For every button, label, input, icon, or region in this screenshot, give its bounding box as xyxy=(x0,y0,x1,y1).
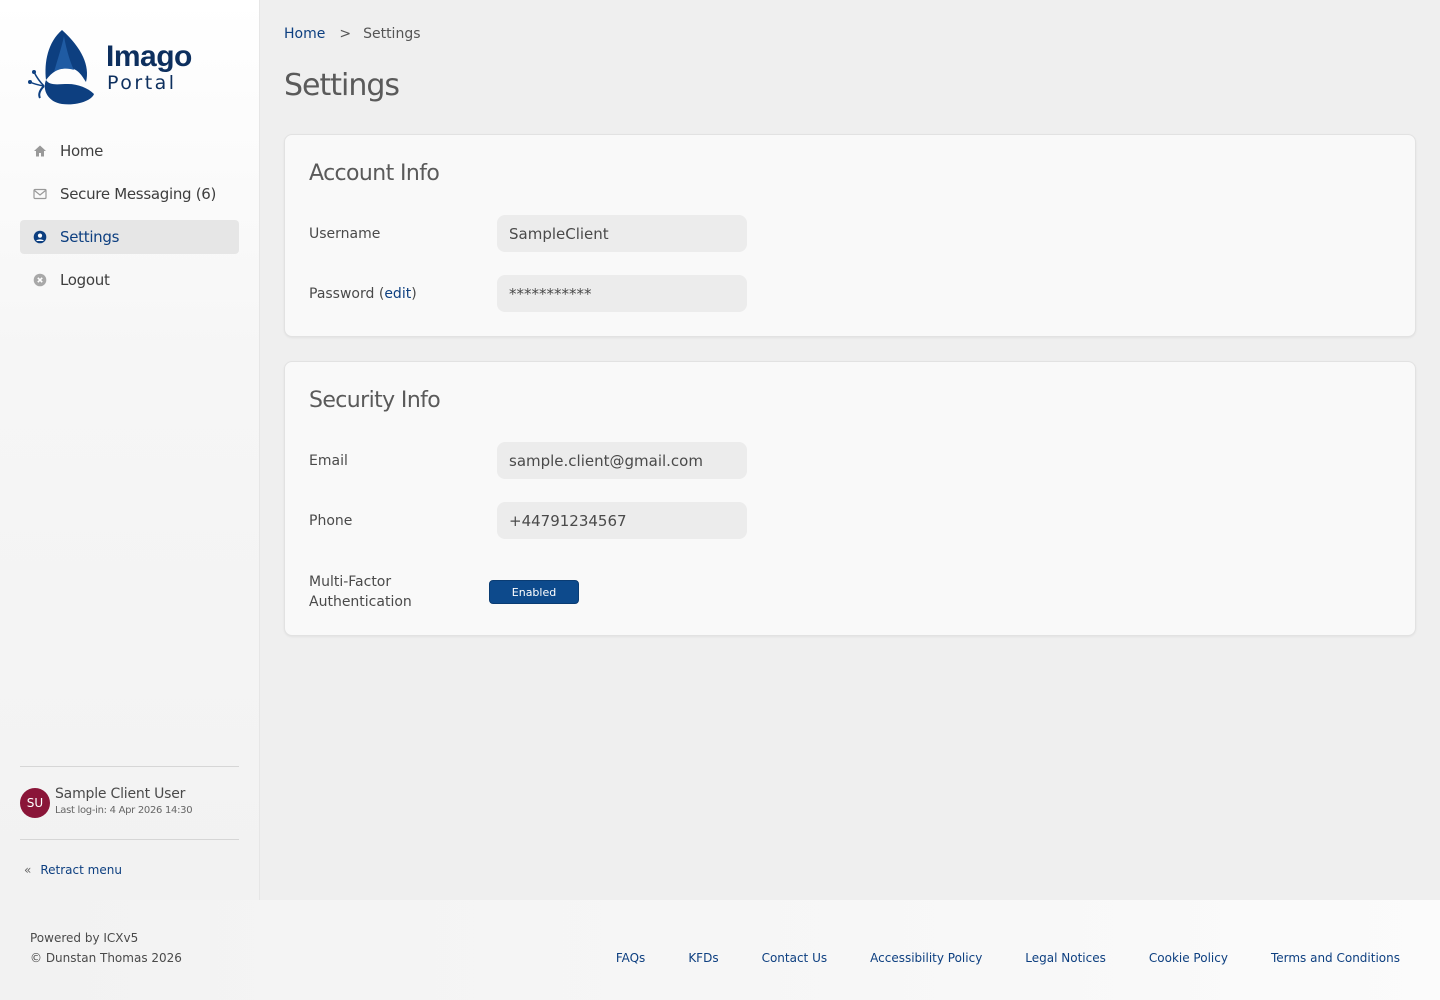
footer-link-contact-us[interactable]: Contact Us xyxy=(762,951,828,965)
close-circle-icon xyxy=(33,273,47,287)
sidebar: Imago Portal Home Secure Messaging (6) S… xyxy=(0,0,260,900)
butterfly-logo-icon xyxy=(28,30,94,105)
sidebar-item-logout[interactable]: Logout xyxy=(20,263,239,297)
mfa-status-badge[interactable]: Enabled xyxy=(489,580,579,604)
sidebar-item-secure-messaging[interactable]: Secure Messaging (6) xyxy=(20,177,239,211)
envelope-icon xyxy=(33,187,47,201)
copyright: © Dunstan Thomas 2026 xyxy=(30,951,182,965)
footer-link-terms[interactable]: Terms and Conditions xyxy=(1271,951,1400,965)
sidebar-nav: Home Secure Messaging (6) Settings Logou… xyxy=(20,134,239,306)
footer: Powered by ICXv5 © Dunstan Thomas 2026 F… xyxy=(0,900,1440,1000)
user-circle-icon xyxy=(33,230,47,244)
footer-link-legal-notices[interactable]: Legal Notices xyxy=(1025,951,1106,965)
mfa-label: Multi-Factor Authentication xyxy=(309,574,412,610)
phone-label: Phone xyxy=(309,513,353,529)
phone-field[interactable] xyxy=(497,502,747,539)
sidebar-item-label: Home xyxy=(60,142,104,160)
breadcrumb: Home > Settings xyxy=(284,26,421,42)
card-title: Security Info xyxy=(309,388,441,413)
security-info-card: Security Info Email Phone Multi-Factor A… xyxy=(284,361,1416,636)
sidebar-item-label: Secure Messaging (6) xyxy=(60,185,217,203)
page-title: Settings xyxy=(284,68,400,103)
avatar[interactable]: SU xyxy=(20,788,50,818)
email-field[interactable] xyxy=(497,442,747,479)
card-title: Account Info xyxy=(309,161,440,186)
sidebar-item-home[interactable]: Home xyxy=(20,134,239,168)
last-login: Last log-in: 4 Apr 2026 14:30 xyxy=(55,805,193,816)
username-label: Username xyxy=(309,226,381,242)
password-field[interactable] xyxy=(497,275,747,312)
password-edit-link[interactable]: edit xyxy=(384,286,411,302)
username-field[interactable] xyxy=(497,215,747,252)
home-icon xyxy=(33,144,47,158)
powered-by: Powered by ICXv5 xyxy=(30,931,139,945)
breadcrumb-separator: > xyxy=(339,26,352,42)
footer-link-accessibility-policy[interactable]: Accessibility Policy xyxy=(870,951,982,965)
footer-link-kfds[interactable]: KFDs xyxy=(688,951,718,965)
brand-name: Imago xyxy=(106,40,192,73)
footer-links: FAQs KFDs Contact Us Accessibility Polic… xyxy=(616,951,1400,965)
user-name: Sample Client User xyxy=(55,786,186,802)
sidebar-item-settings[interactable]: Settings xyxy=(20,220,239,254)
sidebar-item-label: Settings xyxy=(60,228,120,246)
divider xyxy=(20,766,239,767)
footer-link-cookie-policy[interactable]: Cookie Policy xyxy=(1149,951,1228,965)
email-label: Email xyxy=(309,453,348,469)
footer-link-faqs[interactable]: FAQs xyxy=(616,951,646,965)
account-info-card: Account Info Username Password (edit) xyxy=(284,134,1416,337)
brand-logo[interactable]: Imago Portal xyxy=(28,28,198,108)
divider xyxy=(20,839,239,840)
retract-menu-button[interactable]: « Retract menu xyxy=(24,863,122,877)
breadcrumb-current: Settings xyxy=(363,26,421,42)
password-label: Password (edit) xyxy=(309,286,417,302)
brand-subtitle: Portal xyxy=(107,72,177,94)
retract-menu-label: Retract menu xyxy=(40,863,122,877)
sidebar-item-label: Logout xyxy=(60,271,110,289)
breadcrumb-home-link[interactable]: Home xyxy=(284,26,325,42)
double-chevron-left-icon: « xyxy=(24,863,32,877)
